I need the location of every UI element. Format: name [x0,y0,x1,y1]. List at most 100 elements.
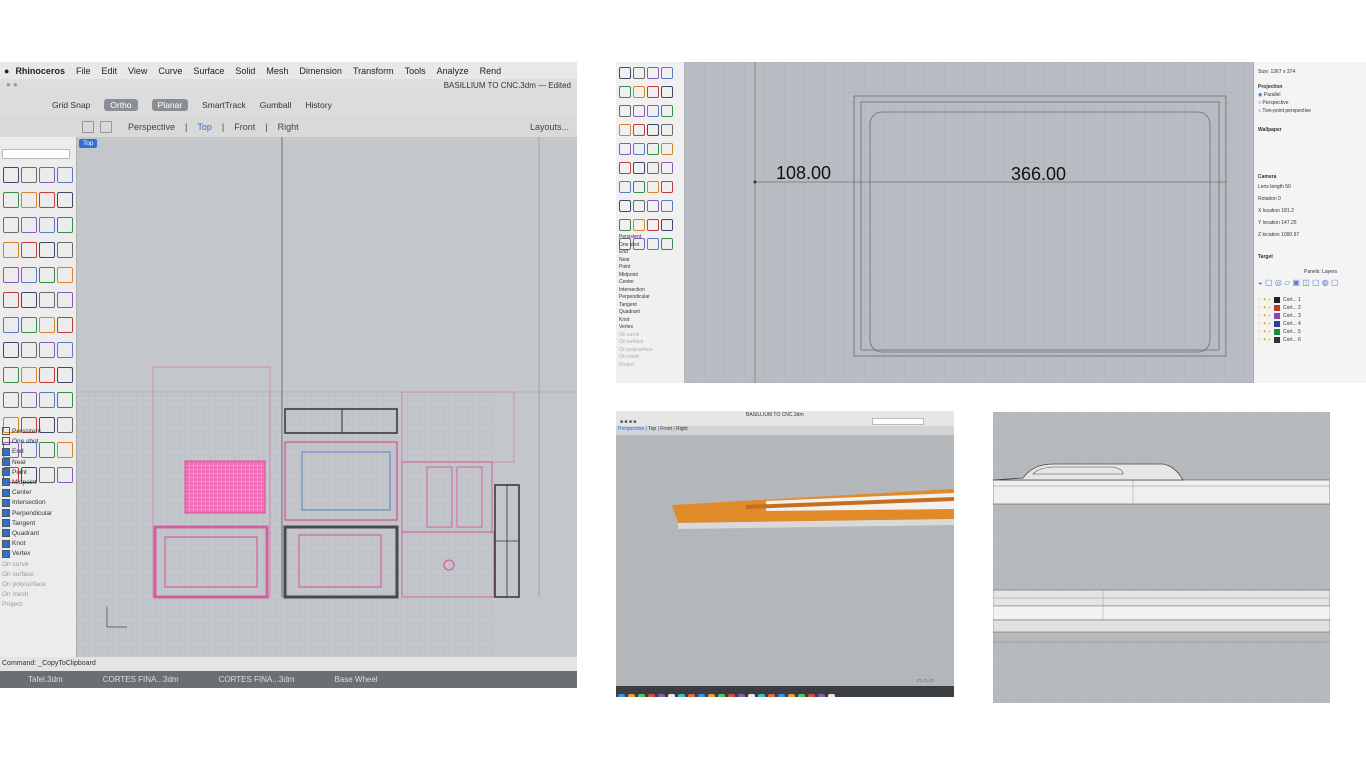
osnap-item[interactable]: Tangent [619,302,683,310]
tool-icon[interactable] [57,217,73,233]
dock-app-icon[interactable] [788,694,795,697]
tab-front-small[interactable]: Front [660,426,672,432]
apple-icon[interactable]: ● [4,66,9,76]
menu-item-transform[interactable]: Transform [353,66,394,76]
tool-icon[interactable] [39,292,55,308]
checkbox-icon[interactable] [2,488,10,497]
tool-icon[interactable] [633,86,645,98]
tool-icon[interactable] [21,342,37,358]
osnap-item[interactable]: One shot [619,242,683,250]
dock-app-icon[interactable] [688,694,695,697]
dock-app-icon[interactable] [758,694,765,697]
osnap-item[interactable]: Quadrant [2,529,74,539]
layer-row[interactable]: ○ ✦ ◐ Cort... 3 [1258,312,1363,320]
menu-item-solid[interactable]: Solid [235,66,255,76]
osnap-item[interactable]: Persistent [2,427,74,437]
tool-icon[interactable] [619,162,631,174]
menu-item-view[interactable]: View [128,66,147,76]
tool-icon[interactable] [661,105,673,117]
osnap-item[interactable]: One shot [2,437,74,447]
checkbox-icon[interactable] [2,478,10,487]
osnap-item[interactable]: Intersection [2,498,74,508]
smarttrack-toggle[interactable]: SmartTrack [202,100,246,110]
tool-icon[interactable] [39,392,55,408]
checkbox-icon[interactable] [2,427,10,436]
rotation-field[interactable]: Rotation 0 [1258,196,1281,202]
checkbox-icon[interactable] [2,457,10,466]
tool-icon[interactable] [633,200,645,212]
tool-icon[interactable] [647,143,659,155]
tool-icon[interactable] [647,219,659,231]
tool-icon[interactable] [3,217,19,233]
tool-icon[interactable] [57,292,73,308]
tool-icon[interactable] [39,242,55,258]
tool-icon[interactable] [21,392,37,408]
tool-icon[interactable] [3,242,19,258]
perspective-drawing[interactable] [616,435,954,687]
tool-icon[interactable] [647,124,659,136]
checkbox-icon[interactable] [2,447,10,456]
taskbar-file-1[interactable]: Tafel.3dm [28,675,63,684]
menu-item-render[interactable]: Rend [480,66,502,76]
dock-app-icon[interactable] [818,694,825,697]
menu-item-surface[interactable]: Surface [193,66,224,76]
tool-icon[interactable] [39,192,55,208]
tool-icon[interactable] [57,342,73,358]
dock-app-icon[interactable] [658,694,665,697]
ortho-toggle[interactable]: Ortho [104,99,138,111]
checkbox-icon[interactable] [2,437,10,446]
dock-app-icon[interactable] [808,694,815,697]
tool-icon[interactable] [647,181,659,193]
layer-row[interactable]: ○ ✦ ◐ Cort... 2 [1258,304,1363,312]
z-location-field[interactable]: Z location 1000.97 [1258,232,1299,238]
toolbar-snap-icons[interactable]: ■ ■ ■ ■ [620,419,636,425]
tab-perspective[interactable]: Perspective [128,122,175,132]
profile-closeup[interactable] [993,412,1330,703]
tool-icon[interactable] [57,392,73,408]
history-toggle[interactable]: History [305,100,331,110]
osnap-item[interactable]: Point [2,468,74,478]
tab-right[interactable]: Right [278,122,299,132]
layer-state-icons[interactable]: ○ ✦ ◐ [1258,313,1271,319]
projection-perspective-radio[interactable]: ○ Perspective [1258,100,1289,106]
top-viewport[interactable]: Top [77,137,577,657]
tool-icon[interactable] [57,192,73,208]
tool-icon[interactable] [3,317,19,333]
tool-icon[interactable] [633,162,645,174]
tool-icon[interactable] [57,267,73,283]
tool-icon[interactable] [633,143,645,155]
layer-color-swatch[interactable] [1274,313,1281,319]
tool-icon[interactable] [21,292,37,308]
layer-row[interactable]: ○ ✦ ◐ Cort... 1 [1258,296,1363,304]
osnap-item[interactable]: Perpendicular [619,294,683,302]
lens-length-field[interactable]: Lens length 50 [1258,184,1291,190]
dock-app-icon[interactable] [668,694,675,697]
osnap-item[interactable]: Midpoint [2,478,74,488]
menu-item-analyze[interactable]: Analyze [437,66,469,76]
tool-icon[interactable] [57,317,73,333]
dock-app-icon[interactable] [628,694,635,697]
checkbox-icon[interactable] [2,529,10,538]
tool-icon[interactable] [21,167,37,183]
tool-icon[interactable] [21,267,37,283]
single-view-icon[interactable] [100,121,112,133]
tool-icon[interactable] [647,67,659,79]
layer-state-icons[interactable]: ○ ✦ ◐ [1258,321,1271,327]
tool-icon[interactable] [661,162,673,174]
layer-color-swatch[interactable] [1274,321,1281,327]
projection-twopoint-radio[interactable]: ○ Two-point perspective [1258,108,1311,114]
dock-app-icon[interactable] [618,694,625,697]
search-field[interactable] [872,418,924,425]
dock-app-icon[interactable] [638,694,645,697]
checkbox-icon[interactable] [2,519,10,528]
dock-app-icon[interactable] [708,694,715,697]
taskbar-file-3[interactable]: CORTES FINA...3dm [219,675,295,684]
osnap-item[interactable]: Near [2,457,74,468]
osnap-item[interactable]: Quadrant [619,309,683,317]
command-line[interactable]: Command: _CopyToClipboard [0,657,577,671]
tool-icon[interactable] [39,342,55,358]
osnap-item[interactable]: End [619,249,683,257]
tool-icon[interactable] [633,219,645,231]
osnap-item[interactable]: Knot [2,539,74,549]
layer-color-swatch[interactable] [1274,297,1281,303]
